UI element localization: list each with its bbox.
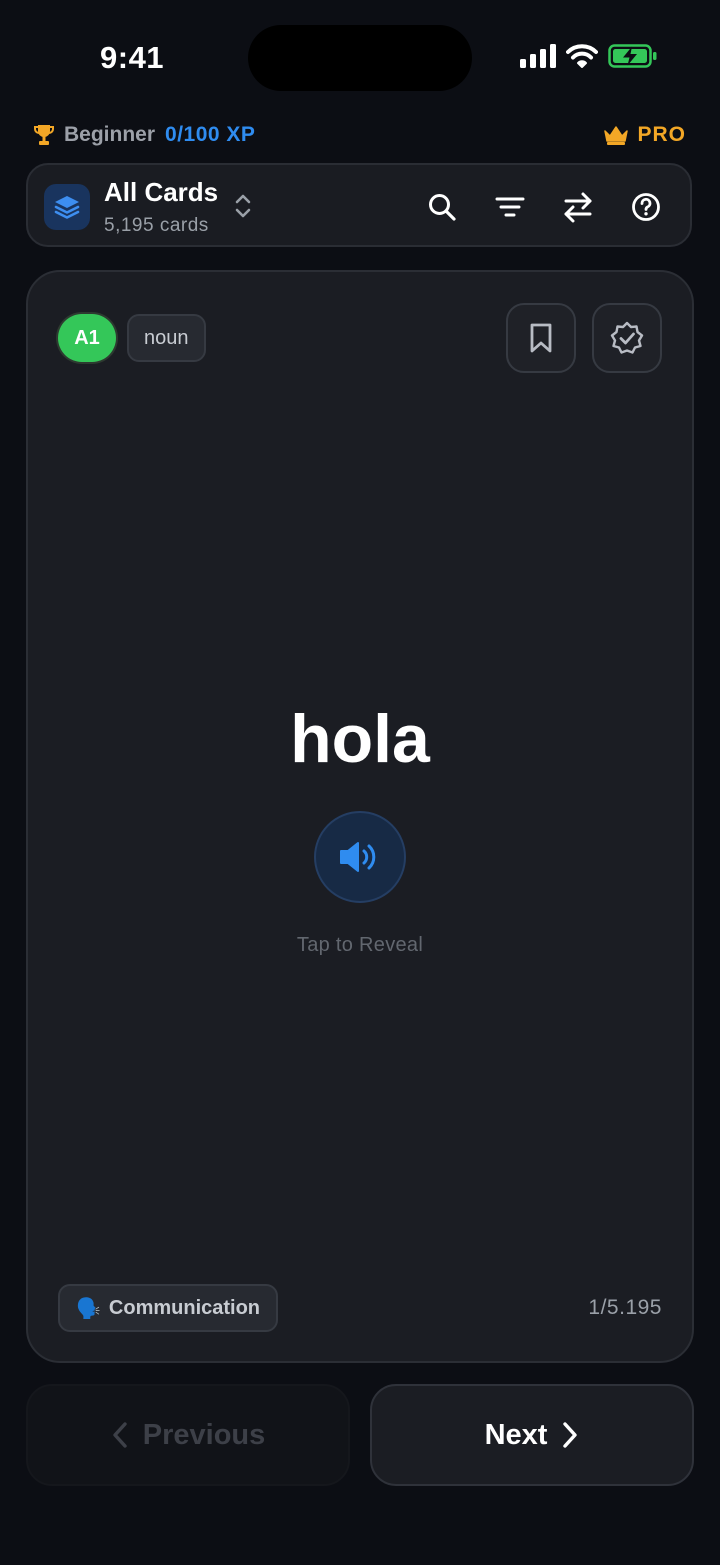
- tap-to-reveal-hint: Tap to Reveal: [296, 934, 424, 956]
- cefr-level-badge: A1: [58, 314, 116, 362]
- verified-badge-icon: [610, 321, 644, 354]
- bookmark-button[interactable]: [506, 303, 576, 373]
- deck-selector[interactable]: [44, 184, 90, 230]
- swap-icon: [564, 192, 592, 223]
- bookmark-icon: [530, 323, 552, 353]
- flashcard-word: hola: [290, 701, 430, 777]
- swap-direction-button[interactable]: [558, 187, 598, 227]
- previous-label: Previous: [142, 1418, 266, 1451]
- status-time: 9:41: [100, 40, 165, 75]
- previous-button[interactable]: Previous: [26, 1384, 350, 1486]
- status-icons: [520, 44, 658, 68]
- chevron-right-icon: [563, 1422, 578, 1448]
- deck-bar: All Cards 5,195 cards: [26, 163, 692, 247]
- mark-known-button[interactable]: [592, 303, 662, 373]
- dynamic-island: [248, 25, 472, 91]
- category-tag: 🗣️ Communication: [58, 1284, 279, 1332]
- trophy-icon: [34, 125, 54, 145]
- filter-icon: [495, 197, 525, 217]
- speaker-icon: [340, 842, 376, 872]
- help-button[interactable]: [626, 187, 666, 227]
- pro-label: PRO: [637, 123, 686, 146]
- pro-badge[interactable]: PRO: [603, 123, 686, 147]
- battery-charging-icon: [608, 44, 657, 68]
- chevron-left-icon: [113, 1422, 127, 1448]
- help-icon: [632, 193, 660, 221]
- card-progress: 1/5.195: [588, 1296, 662, 1319]
- filter-button[interactable]: [490, 187, 530, 227]
- level-progress[interactable]: Beginner 0/100 XP: [34, 123, 255, 147]
- level-name: Beginner: [64, 123, 156, 146]
- search-button[interactable]: [422, 187, 462, 227]
- next-button[interactable]: Next: [370, 1384, 694, 1486]
- chevron-up-down-icon[interactable]: [234, 193, 252, 219]
- search-icon: [429, 194, 456, 221]
- part-of-speech-badge: noun: [127, 314, 206, 362]
- crown-icon: [604, 126, 629, 145]
- xp-counter: 0/100 XP: [165, 123, 256, 146]
- category-label: Communication: [108, 1296, 261, 1319]
- speaking-head-icon: 🗣️: [76, 1297, 101, 1320]
- wifi-icon: [566, 44, 598, 68]
- deck-card-count: 5,195 cards: [104, 215, 209, 236]
- flashcard[interactable]: A1 noun hola Tap to Reveal 🗣️ Communicat…: [26, 270, 694, 1363]
- level-row: Beginner 0/100 XP PRO: [34, 120, 686, 150]
- next-label: Next: [484, 1418, 548, 1451]
- cellular-signal-icon: [520, 44, 556, 68]
- play-audio-button[interactable]: [314, 811, 406, 903]
- status-bar: 9:41: [0, 0, 720, 110]
- deck-title[interactable]: All Cards: [104, 177, 218, 208]
- stack-layers-icon: [54, 196, 80, 219]
